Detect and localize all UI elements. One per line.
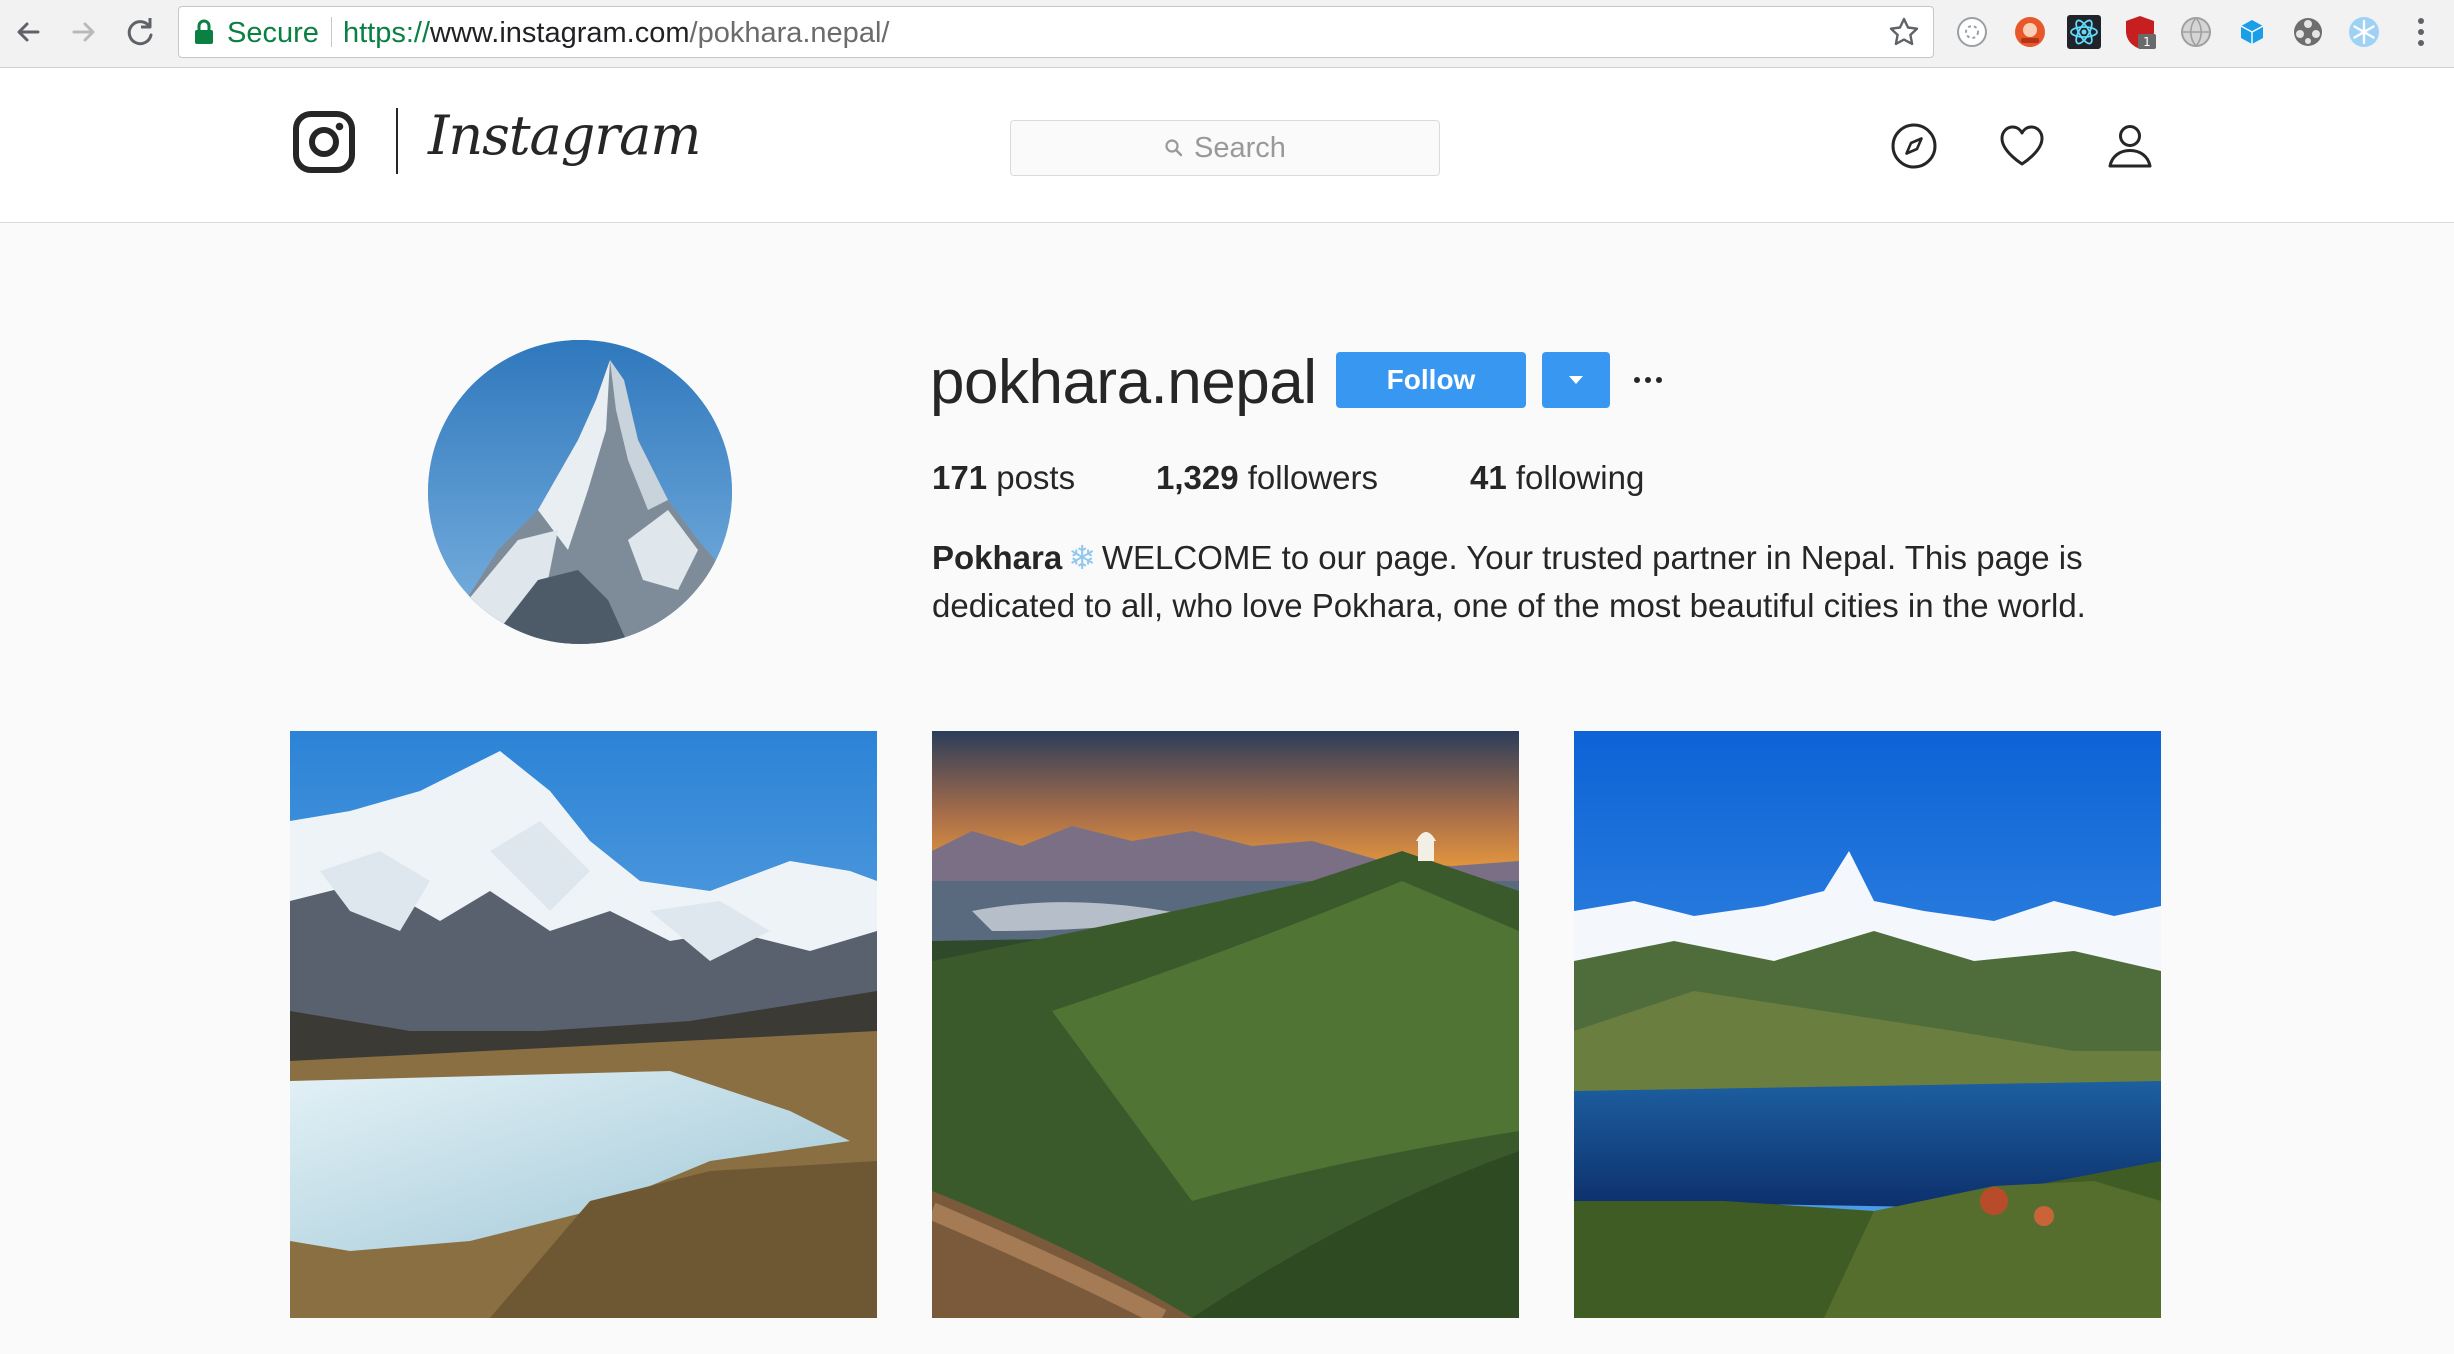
instagram-header: Instagram Search: [0, 68, 2454, 223]
back-icon[interactable]: [8, 12, 48, 52]
browser-toolbar: Secure https://www.instagram.com/pokhara…: [0, 0, 2454, 68]
snowflake-emoji: ❄: [1068, 539, 1096, 576]
forward-icon[interactable]: [64, 12, 104, 52]
search-input[interactable]: Search: [1010, 120, 1440, 176]
post-thumbnail-phewa-lake[interactable]: [1574, 731, 2161, 1318]
omnibox-divider: [331, 17, 332, 47]
address-bar[interactable]: Secure https://www.instagram.com/pokhara…: [178, 6, 1934, 58]
stat-followers[interactable]: 1,329 followers: [1156, 454, 1378, 502]
following-count: 41: [1470, 459, 1507, 496]
url-scheme: https://: [343, 17, 431, 49]
url-host: www.instagram.com: [430, 17, 690, 49]
follow-button[interactable]: Follow: [1336, 352, 1526, 408]
stat-posts: 171 posts: [932, 454, 1075, 502]
more-options-icon[interactable]: [1630, 364, 1666, 396]
profile-bio: Pokhara ❄ WELCOME to our page. Your truste…: [932, 534, 2232, 630]
followers-count: 1,329: [1156, 459, 1239, 496]
ublock-icon[interactable]: 1: [2122, 14, 2158, 50]
instagram-glyph-icon[interactable]: [292, 110, 356, 174]
reload-icon[interactable]: [120, 12, 160, 52]
profile-username: pokhara.nepal: [930, 348, 1317, 417]
ring-extension-icon[interactable]: [1954, 14, 1990, 50]
browser-menu-icon[interactable]: [2406, 12, 2436, 52]
url-text[interactable]: https://www.instagram.com/pokhara.nepal/: [343, 17, 889, 49]
following-label: following: [1506, 459, 1645, 496]
snowflake-extension-icon[interactable]: [2346, 14, 2382, 50]
profile-avatar[interactable]: [428, 340, 732, 644]
posts-label: posts: [987, 459, 1076, 496]
secure-label: Secure: [227, 17, 319, 49]
url-path: /pokhara.nepal/: [689, 17, 890, 49]
caret-down-icon: [1569, 376, 1583, 384]
followers-label: followers: [1238, 459, 1378, 496]
logo-divider: [396, 108, 398, 174]
bookmark-star-icon[interactable]: [1887, 15, 1921, 49]
cube-extension-icon[interactable]: [2234, 14, 2270, 50]
ublock-badge: 1: [2143, 35, 2151, 49]
react-devtools-icon[interactable]: [2066, 14, 2102, 50]
search-icon: [1165, 139, 1183, 157]
post-thumbnail-glacier-lake[interactable]: [290, 731, 877, 1318]
bio-name: Pokhara: [932, 539, 1063, 576]
bio-text: WELCOME to our page. Your trusted partne…: [932, 539, 2086, 624]
stat-following[interactable]: 41 following: [1470, 454, 1644, 502]
suggestions-dropdown-button[interactable]: [1542, 352, 1610, 408]
activity-heart-icon[interactable]: [1996, 120, 2048, 172]
opera-extension-icon[interactable]: [2012, 14, 2048, 50]
posts-count: 171: [932, 459, 988, 496]
post-thumbnail-peace-pagoda[interactable]: [932, 731, 1519, 1318]
lock-icon: [195, 19, 213, 44]
globe-extension-icon[interactable]: [2178, 14, 2214, 50]
explore-compass-icon[interactable]: [1888, 120, 1940, 172]
search-placeholder: Search: [1194, 131, 1286, 164]
instagram-wordmark[interactable]: Instagram: [428, 100, 701, 172]
film-extension-icon[interactable]: [2290, 14, 2326, 50]
profile-person-icon[interactable]: [2104, 120, 2156, 172]
